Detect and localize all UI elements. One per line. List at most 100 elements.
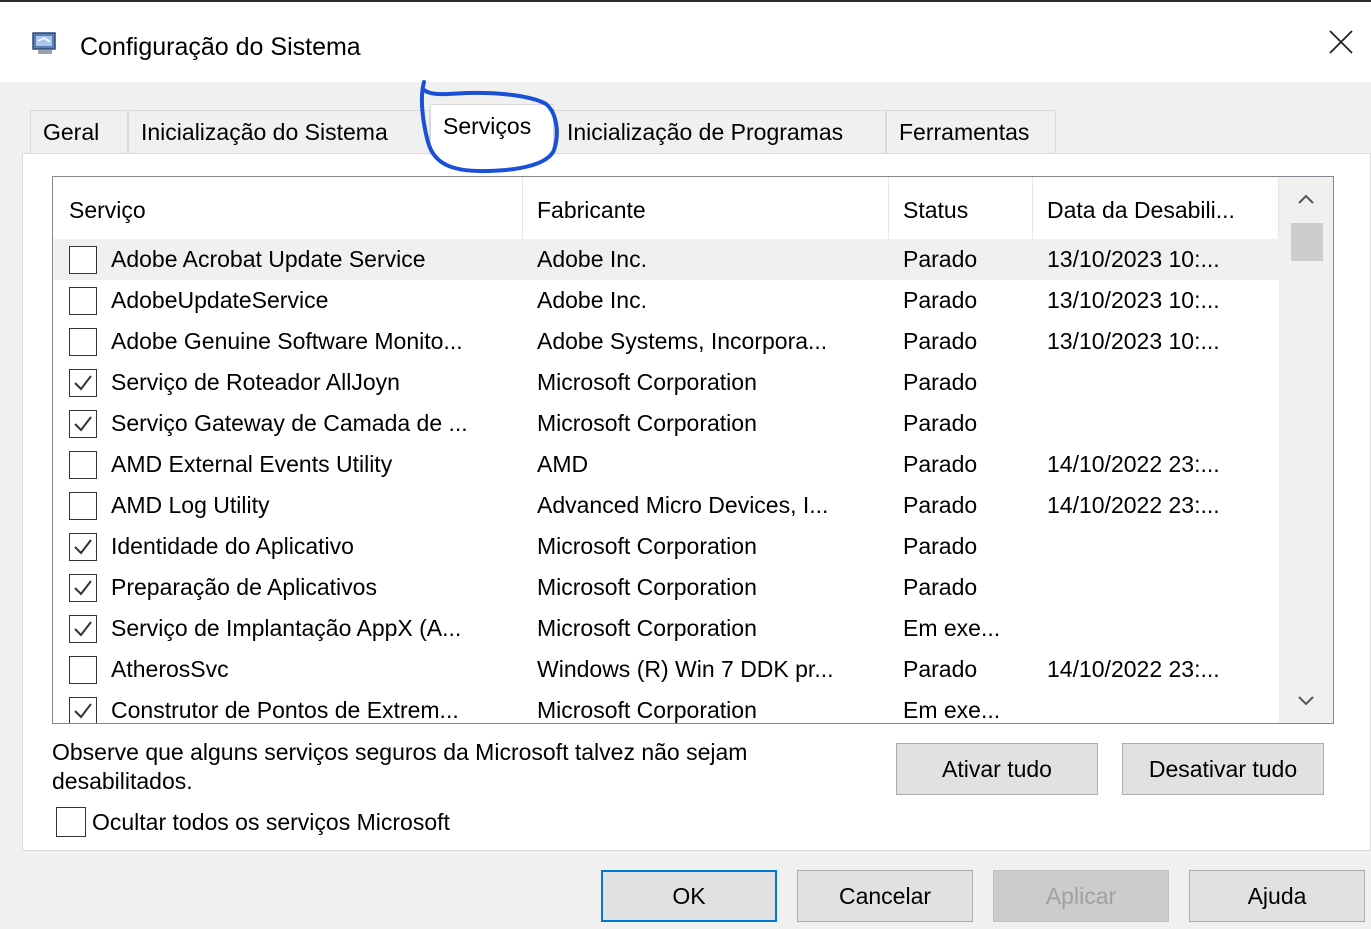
service-name-cell: Preparação de Aplicativos (111, 574, 377, 600)
manufacturer-cell: Microsoft Corporation (537, 697, 757, 723)
status-cell: Parado (903, 574, 978, 600)
table-row[interactable]: Adobe Acrobat Update Service Adobe Inc. Pa… (53, 239, 1279, 280)
checkmark-icon (74, 621, 92, 637)
table-row[interactable]: AMD Log Utility Advanced Micro Devices, I… (53, 485, 1279, 526)
vertical-scrollbar[interactable] (1279, 177, 1333, 723)
column-header-status[interactable]: Status (889, 177, 1033, 239)
disable-date-cell: 14/10/2022 23:... (1047, 492, 1220, 518)
manufacturer-cell: Microsoft Corporation (537, 410, 757, 436)
service-checkbox[interactable] (69, 328, 97, 356)
service-name-cell: AMD External Events Utility (111, 451, 393, 477)
disable-date-cell (1047, 362, 1273, 403)
checkmark-icon (74, 580, 92, 596)
scroll-down-button[interactable] (1279, 679, 1333, 723)
system-config-icon (32, 32, 56, 54)
service-checkbox[interactable] (69, 369, 97, 397)
scrollbar-thumb[interactable] (1291, 223, 1323, 261)
table-row[interactable]: AMD External Events Utility AMD Parado 14/1… (53, 444, 1279, 485)
table-row[interactable]: Serviço de Implantação AppX (A... Microso… (53, 608, 1279, 649)
service-name-cell: Serviço de Roteador AllJoyn (111, 369, 400, 395)
apply-button[interactable]: Aplicar (993, 870, 1169, 922)
disable-date-cell (1047, 403, 1273, 444)
column-header-service[interactable]: Serviço (53, 177, 523, 239)
manufacturer-cell: Adobe Systems, Incorpora... (537, 328, 828, 354)
checkmark-icon (74, 703, 92, 719)
column-header-manufacturer[interactable]: Fabricante (523, 177, 889, 239)
service-name-cell: Adobe Genuine Software Monito... (111, 328, 463, 354)
service-checkbox[interactable] (69, 451, 97, 479)
service-name-cell: Adobe Acrobat Update Service (111, 246, 426, 272)
manufacturer-cell: Microsoft Corporation (537, 574, 757, 600)
chevron-down-icon (1298, 696, 1314, 706)
service-name-cell: AtherosSvc (111, 656, 229, 682)
manufacturer-cell: Adobe Inc. (537, 287, 647, 313)
service-checkbox[interactable] (69, 697, 97, 723)
help-button[interactable]: Ajuda (1189, 870, 1365, 922)
service-checkbox[interactable] (69, 287, 97, 315)
status-cell: Parado (903, 533, 978, 559)
table-row[interactable]: Preparação de Aplicativos Microsoft Corpo… (53, 567, 1279, 608)
service-checkbox[interactable] (69, 246, 97, 274)
service-checkbox[interactable] (69, 656, 97, 684)
hide-microsoft-services-label: Ocultar todos os serviços Microsoft (92, 808, 450, 835)
tab-inicializacao-programas[interactable]: Inicialização de Programas (554, 110, 886, 154)
manufacturer-cell: Windows (R) Win 7 DDK pr... (537, 656, 834, 682)
status-cell: Parado (903, 246, 978, 272)
service-name-cell: Identidade do Aplicativo (111, 533, 354, 559)
tab-servicos[interactable]: Serviços (430, 104, 554, 155)
service-name-cell: AdobeUpdateService (111, 287, 329, 313)
service-checkbox[interactable] (69, 615, 97, 643)
disable-date-cell (1047, 690, 1273, 723)
ok-button[interactable]: OK (601, 870, 777, 922)
table-row[interactable]: Adobe Genuine Software Monito... Adobe Sy… (53, 321, 1279, 362)
table-row[interactable]: AdobeUpdateService Adobe Inc. Parado 13/10/… (53, 280, 1279, 321)
status-cell: Parado (903, 287, 978, 313)
manufacturer-cell: Microsoft Corporation (537, 615, 757, 641)
services-note: Observe que alguns serviços seguros da M… (52, 739, 748, 794)
service-checkbox[interactable] (69, 574, 97, 602)
status-cell: Parado (903, 656, 978, 682)
service-checkbox[interactable] (69, 533, 97, 561)
service-name-cell: AMD Log Utility (111, 492, 270, 518)
status-cell: Em exe... (903, 697, 1001, 723)
services-list[interactable]: Serviço Fabricante Status Data da Desabi… (52, 176, 1334, 724)
checkbox-box[interactable] (56, 807, 86, 837)
service-name-cell: Serviço Gateway de Camada de ... (111, 410, 468, 436)
checkmark-icon (74, 539, 92, 555)
list-header: Serviço Fabricante Status Data da Desabi… (53, 177, 1279, 239)
disable-all-button[interactable]: Desativar tudo (1122, 743, 1324, 795)
close-button[interactable] (1311, 2, 1371, 82)
scroll-up-button[interactable] (1279, 177, 1333, 221)
cancel-button[interactable]: Cancelar (797, 870, 973, 922)
table-row[interactable]: Construtor de Pontos de Extrem... Microso… (53, 690, 1279, 723)
table-row[interactable]: Identidade do Aplicativo Microsoft Corpor… (53, 526, 1279, 567)
column-header-disable-date[interactable]: Data da Desabili... (1033, 177, 1279, 239)
disable-date-cell: 13/10/2023 10:... (1047, 287, 1220, 313)
checkmark-icon (74, 375, 92, 391)
manufacturer-cell: Advanced Micro Devices, I... (537, 492, 829, 518)
disable-date-cell (1047, 526, 1273, 567)
window-title: Configuração do Sistema (80, 33, 361, 61)
tab-ferramentas[interactable]: Ferramentas (886, 110, 1056, 154)
table-row[interactable]: Serviço de Roteador AllJoyn Microsoft Cor… (53, 362, 1279, 403)
status-cell: Parado (903, 410, 978, 436)
service-checkbox[interactable] (69, 492, 97, 520)
service-checkbox[interactable] (69, 410, 97, 438)
close-icon (1329, 30, 1353, 54)
manufacturer-cell: Microsoft Corporation (537, 533, 757, 559)
tab-inicializacao-sistema[interactable]: Inicialização do Sistema (128, 110, 430, 154)
checkmark-icon (74, 416, 92, 432)
tab-geral[interactable]: Geral (30, 110, 128, 154)
status-cell: Parado (903, 328, 978, 354)
disable-date-cell: 13/10/2023 10:... (1047, 246, 1220, 272)
status-cell: Parado (903, 492, 978, 518)
table-row[interactable]: Serviço Gateway de Camada de ... Microsof… (53, 403, 1279, 444)
disable-date-cell: 14/10/2022 23:... (1047, 451, 1220, 477)
service-name-cell: Construtor de Pontos de Extrem... (111, 697, 459, 723)
table-row[interactable]: AtherosSvc Windows (R) Win 7 DDK pr... Par… (53, 649, 1279, 690)
manufacturer-cell: Adobe Inc. (537, 246, 647, 272)
hide-microsoft-services-checkbox[interactable]: Ocultar todos os serviços Microsoft (56, 806, 450, 838)
disable-date-cell (1047, 567, 1273, 608)
title-bar[interactable]: Configuração do Sistema (0, 2, 1371, 82)
enable-all-button[interactable]: Ativar tudo (896, 743, 1098, 795)
